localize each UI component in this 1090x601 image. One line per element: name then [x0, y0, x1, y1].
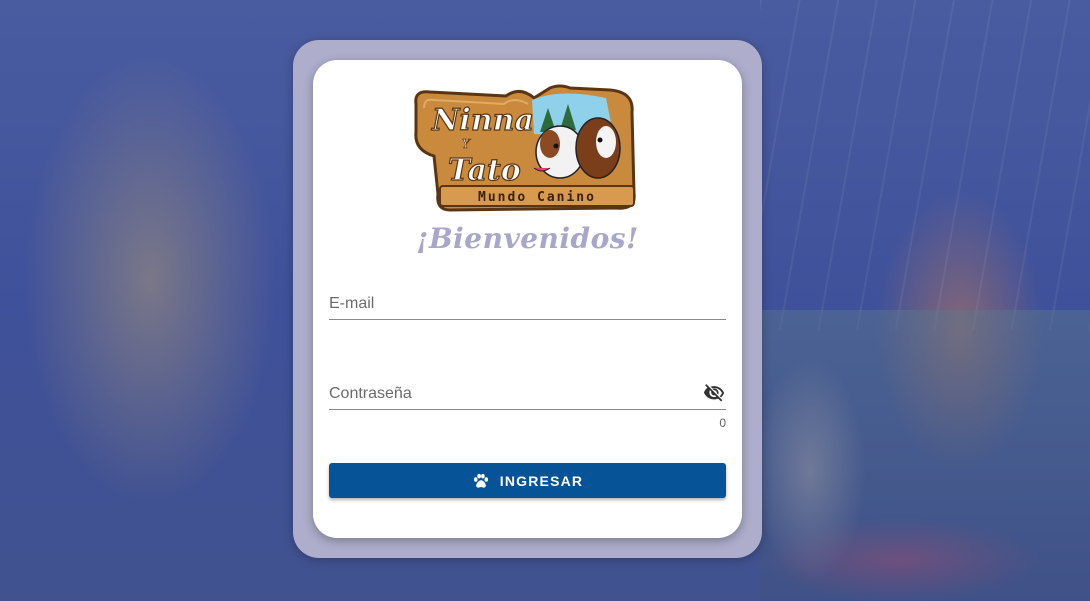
login-submit-label: INGRESAR [499, 472, 584, 489]
email-field[interactable] [329, 281, 726, 320]
logo-line1: Ninna [431, 103, 534, 138]
logo-line3: Tato [448, 153, 521, 188]
email-input[interactable] [329, 295, 689, 313]
eye-off-icon[interactable] [702, 382, 726, 404]
welcome-heading: ¡Bienvenidos! [416, 222, 639, 255]
background-floor [760, 310, 1090, 601]
logo-line2: Y [462, 137, 471, 151]
password-input[interactable] [329, 385, 689, 403]
password-field[interactable] [329, 371, 726, 410]
login-submit-button[interactable]: INGRESAR [329, 463, 726, 498]
paw-icon [473, 473, 488, 488]
logo-subtitle: Mundo Canino [478, 190, 596, 205]
background-fence [760, 0, 1090, 330]
password-char-counter: 0 [719, 416, 726, 430]
brand-logo: Ninna Y Tato Mundo Canino [414, 84, 636, 212]
